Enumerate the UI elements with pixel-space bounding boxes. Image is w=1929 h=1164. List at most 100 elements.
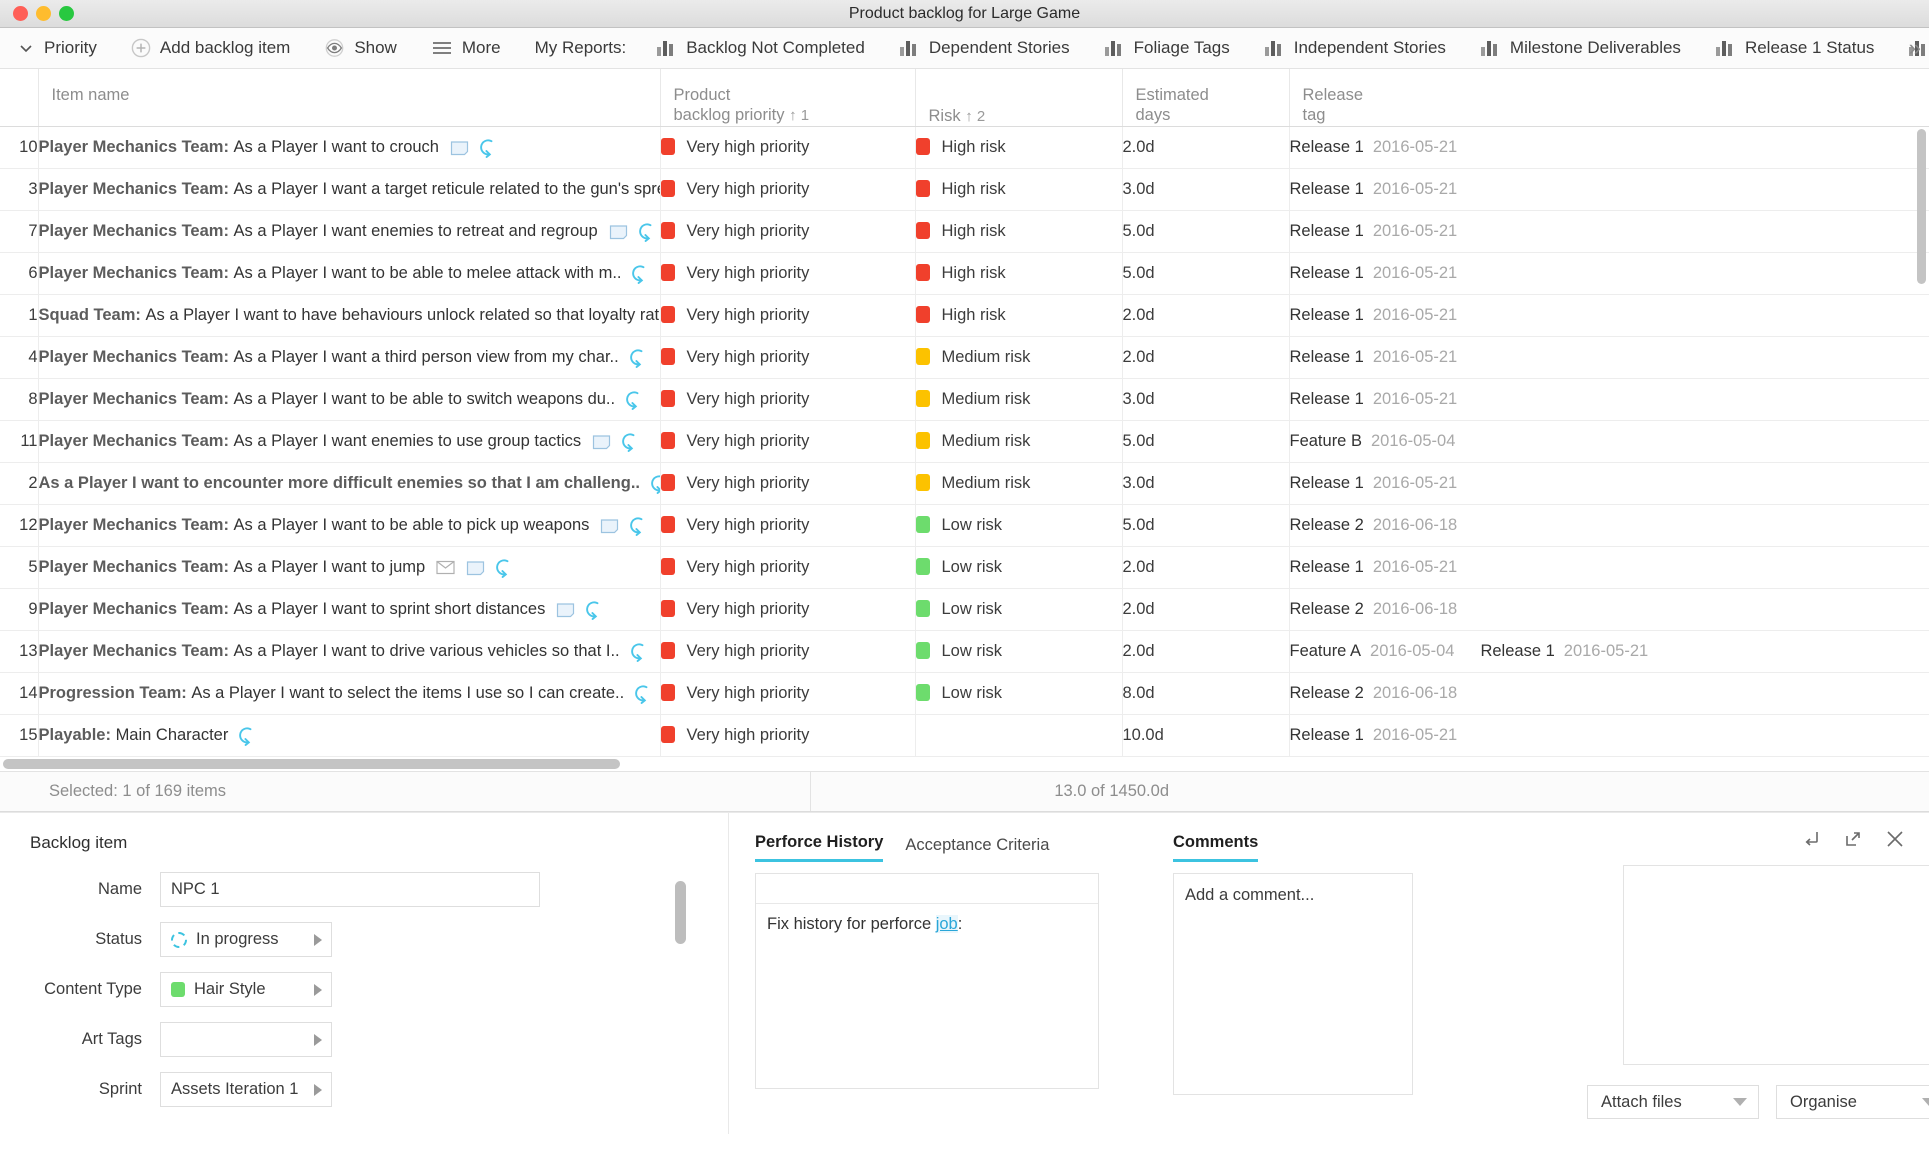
risk-cell[interactable]: Low risk bbox=[915, 672, 1123, 716]
report-button-dependent-stories[interactable]: Dependent Stories bbox=[882, 28, 1087, 68]
history-box-body[interactable]: Fix history for perforce job: bbox=[756, 904, 1098, 1088]
item-name-cell[interactable]: Player Mechanics Team: As a Player I wan… bbox=[38, 168, 661, 212]
note-icon[interactable] bbox=[450, 140, 469, 156]
release-tag-cell[interactable]: Release 1 2016-05-21 bbox=[1289, 294, 1929, 338]
table-row[interactable]: 6 Player Mechanics Team: As a Player I wa… bbox=[0, 252, 1929, 296]
release-tag-cell[interactable]: Release 1 2016-05-21 bbox=[1289, 546, 1929, 590]
risk-cell[interactable]: Low risk bbox=[915, 504, 1123, 548]
column-header-risk[interactable]: Risk ↑ 2 bbox=[915, 69, 1123, 128]
note-icon[interactable] bbox=[600, 518, 619, 534]
estimated-days-cell[interactable]: 3.0d bbox=[1122, 168, 1290, 212]
priority-dropdown-button[interactable]: Priority bbox=[0, 28, 114, 68]
art-tags-select[interactable] bbox=[160, 1022, 332, 1057]
risk-cell[interactable]: Medium risk bbox=[915, 462, 1123, 506]
table-row[interactable]: 13 Player Mechanics Team: As a Player I w… bbox=[0, 630, 1929, 674]
risk-cell[interactable]: Low risk bbox=[915, 546, 1123, 590]
maximize-window-button[interactable] bbox=[59, 6, 74, 21]
table-row[interactable]: 8 Player Mechanics Team: As a Player I wa… bbox=[0, 378, 1929, 422]
priority-cell[interactable]: Very high priority bbox=[660, 714, 916, 758]
priority-cell[interactable]: Very high priority bbox=[660, 126, 916, 170]
refresh-icon[interactable] bbox=[638, 222, 656, 242]
column-header-item-name[interactable]: Item name bbox=[38, 69, 661, 128]
item-name-cell[interactable]: Player Mechanics Team: As a Player I wan… bbox=[38, 210, 661, 254]
status-select[interactable]: In progress bbox=[160, 922, 332, 957]
note-icon[interactable] bbox=[609, 224, 628, 240]
release-tag-cell[interactable]: Release 1 2016-05-21 bbox=[1289, 126, 1929, 170]
grid-horizontal-scrollbar-thumb[interactable] bbox=[3, 759, 620, 769]
risk-cell[interactable]: Medium risk bbox=[915, 420, 1123, 464]
priority-cell[interactable]: Very high priority bbox=[660, 546, 916, 590]
risk-cell[interactable]: High risk bbox=[915, 294, 1123, 338]
item-name-cell[interactable]: Playable: Main Character bbox=[38, 714, 661, 758]
release-tag-cell[interactable]: Release 2 2016-06-18 bbox=[1289, 588, 1929, 632]
release-tag-cell[interactable]: Release 1 2016-05-21 bbox=[1289, 210, 1929, 254]
item-name-cell[interactable]: As a Player I want to encounter more dif… bbox=[38, 462, 661, 506]
item-name-cell[interactable]: Player Mechanics Team: As a Player I wan… bbox=[38, 420, 661, 464]
estimated-days-cell[interactable]: 5.0d bbox=[1122, 504, 1290, 548]
risk-cell[interactable] bbox=[915, 714, 1123, 758]
grid-horizontal-scrollbar-track[interactable] bbox=[0, 758, 1929, 771]
table-row[interactable]: 14 Progression Team: As a Player I want t… bbox=[0, 672, 1929, 716]
refresh-icon[interactable] bbox=[239, 726, 256, 746]
release-tag-cell[interactable]: Release 1 2016-05-21 bbox=[1289, 462, 1929, 506]
item-name-cell[interactable]: Player Mechanics Team: As a Player I wan… bbox=[38, 252, 661, 296]
close-window-button[interactable] bbox=[13, 6, 28, 21]
priority-cell[interactable]: Very high priority bbox=[660, 168, 916, 212]
note-icon[interactable] bbox=[592, 434, 611, 450]
column-header-rownum[interactable] bbox=[0, 69, 39, 128]
refresh-icon[interactable] bbox=[622, 432, 639, 452]
table-row[interactable]: 3 Player Mechanics Team: As a Player I wa… bbox=[0, 168, 1929, 212]
estimated-days-cell[interactable]: 2.0d bbox=[1122, 588, 1290, 632]
history-box-header[interactable] bbox=[756, 874, 1098, 904]
report-button-foliage-tags[interactable]: Foliage Tags bbox=[1087, 28, 1247, 68]
content-type-select[interactable]: Hair Style bbox=[160, 972, 332, 1007]
item-name-cell[interactable]: Player Mechanics Team: As a Player I wan… bbox=[38, 588, 661, 632]
show-button[interactable]: Show bbox=[307, 28, 414, 68]
risk-cell[interactable]: High risk bbox=[915, 210, 1123, 254]
sprint-select[interactable]: Assets Iteration 1 bbox=[160, 1072, 332, 1107]
estimated-days-cell[interactable]: 5.0d bbox=[1122, 252, 1290, 296]
item-name-cell[interactable]: Player Mechanics Team: As a Player I wan… bbox=[38, 630, 661, 674]
form-vertical-scrollbar[interactable] bbox=[675, 881, 686, 944]
column-header-estimated-days[interactable]: Estimated days bbox=[1122, 69, 1290, 128]
release-tag-cell[interactable]: Feature A 2016-05-04 Release 1 2016-05-21 bbox=[1289, 630, 1929, 674]
release-tag-cell[interactable]: Release 2 2016-06-18 bbox=[1289, 672, 1929, 716]
priority-cell[interactable]: Very high priority bbox=[660, 252, 916, 296]
estimated-days-cell[interactable]: 2.0d bbox=[1122, 630, 1290, 674]
estimated-days-cell[interactable]: 2.0d bbox=[1122, 336, 1290, 380]
minimize-window-button[interactable] bbox=[36, 6, 51, 21]
release-tag-cell[interactable]: Feature B 2016-05-04 bbox=[1289, 420, 1929, 464]
estimated-days-cell[interactable]: 5.0d bbox=[1122, 210, 1290, 254]
item-name-cell[interactable]: Player Mechanics Team: As a Player I wan… bbox=[38, 336, 661, 380]
tab-comments[interactable]: Comments bbox=[1173, 833, 1259, 862]
priority-cell[interactable]: Very high priority bbox=[660, 420, 916, 464]
toolbar-overflow-button[interactable]: » bbox=[1909, 37, 1921, 59]
attachments-dropzone[interactable] bbox=[1623, 865, 1929, 1065]
table-row[interactable]: 5 Player Mechanics Team: As a Player I wa… bbox=[0, 546, 1929, 590]
table-row[interactable]: 4 Player Mechanics Team: As a Player I wa… bbox=[0, 336, 1929, 380]
table-row[interactable]: 7 Player Mechanics Team: As a Player I wa… bbox=[0, 210, 1929, 254]
estimated-days-cell[interactable]: 5.0d bbox=[1122, 420, 1290, 464]
more-button[interactable]: More bbox=[414, 28, 518, 68]
item-name-cell[interactable]: Progression Team: As a Player I want to … bbox=[38, 672, 661, 716]
add-comment-input[interactable]: Add a comment... bbox=[1173, 873, 1413, 1095]
report-button-milestone-deliverables[interactable]: Milestone Deliverables bbox=[1463, 28, 1698, 68]
estimated-days-cell[interactable]: 2.0d bbox=[1122, 126, 1290, 170]
table-row[interactable]: 11 Player Mechanics Team: As a Player I w… bbox=[0, 420, 1929, 464]
priority-cell[interactable]: Very high priority bbox=[660, 630, 916, 674]
perforce-job-link[interactable]: job bbox=[935, 915, 958, 933]
report-button-independent-stories[interactable]: Independent Stories bbox=[1247, 28, 1463, 68]
release-tag-cell[interactable]: Release 2 2016-06-18 bbox=[1289, 504, 1929, 548]
note-icon[interactable] bbox=[466, 560, 485, 576]
table-row[interactable]: 9 Player Mechanics Team: As a Player I wa… bbox=[0, 588, 1929, 632]
estimated-days-cell[interactable]: 2.0d bbox=[1122, 294, 1290, 338]
refresh-icon[interactable] bbox=[626, 390, 643, 410]
refresh-icon[interactable] bbox=[480, 138, 497, 158]
release-tag-cell[interactable]: Release 1 2016-05-21 bbox=[1289, 714, 1929, 758]
estimated-days-cell[interactable]: 3.0d bbox=[1122, 378, 1290, 422]
risk-cell[interactable]: High risk bbox=[915, 126, 1123, 170]
note-icon[interactable] bbox=[556, 602, 575, 618]
report-button-backlog-not-completed[interactable]: Backlog Not Completed bbox=[639, 28, 882, 68]
mail-icon[interactable] bbox=[436, 560, 455, 575]
release-tag-cell[interactable]: Release 1 2016-05-21 bbox=[1289, 378, 1929, 422]
